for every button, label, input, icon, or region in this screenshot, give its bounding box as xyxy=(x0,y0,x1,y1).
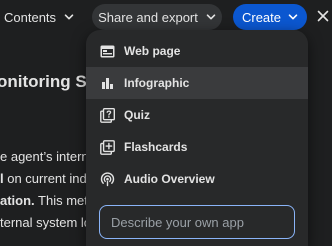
quiz-icon xyxy=(99,107,115,123)
document-line: ation. This meth xyxy=(0,193,96,208)
menu-item-label: Infographic xyxy=(124,76,190,90)
flashcards-icon xyxy=(99,139,115,155)
menu-item-quiz[interactable]: Quiz xyxy=(86,99,308,131)
chevron-down-icon xyxy=(64,12,74,22)
document-line: l on current ind xyxy=(0,171,87,186)
contents-button[interactable]: Contents xyxy=(0,4,78,30)
describe-app-input[interactable] xyxy=(99,205,295,239)
podcast-icon xyxy=(99,171,115,187)
menu-item-audio-overview[interactable]: Audio Overview xyxy=(86,163,308,195)
create-label: Create xyxy=(241,9,282,25)
menu-item-web-page[interactable]: Web page xyxy=(86,35,308,67)
menu-item-label: Quiz xyxy=(124,108,150,122)
document-line: ternal system lo xyxy=(0,215,92,230)
menu-item-infographic[interactable]: Infographic xyxy=(86,67,308,99)
create-button[interactable]: Create xyxy=(233,4,307,30)
web-page-icon xyxy=(99,43,115,59)
chevron-down-icon xyxy=(288,12,298,22)
share-and-export-button[interactable]: Share and export xyxy=(92,4,222,30)
menu-item-label: Web page xyxy=(124,44,181,58)
create-dropdown-menu: Web page Infographic Quiz Flashcards Aud… xyxy=(86,30,308,246)
menu-item-label: Audio Overview xyxy=(124,172,215,186)
share-and-export-label: Share and export xyxy=(98,9,198,25)
close-icon[interactable] xyxy=(314,6,332,26)
document-line: e agent’s intern xyxy=(0,149,89,164)
chevron-down-icon xyxy=(206,12,216,22)
menu-item-flashcards[interactable]: Flashcards xyxy=(86,131,308,163)
menu-item-label: Flashcards xyxy=(124,140,188,154)
document-heading: onitoring Sy xyxy=(0,72,97,91)
bar-chart-icon xyxy=(99,75,115,91)
top-bar: Contents Share and export Create xyxy=(0,0,332,34)
contents-label: Contents xyxy=(4,9,57,25)
